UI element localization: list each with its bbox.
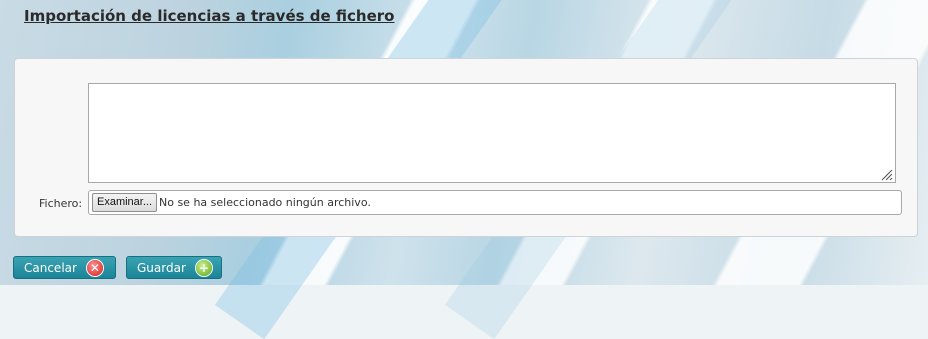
cancel-x-icon: ✕ [86,259,103,276]
save-button[interactable]: Guardar + [126,256,222,279]
save-button-label: Guardar [137,260,186,275]
browse-button[interactable]: Examinar... [92,193,158,212]
import-textarea[interactable] [88,83,896,183]
cancel-button[interactable]: Cancelar ✕ [13,256,116,279]
file-label: Fichero: [39,197,83,210]
cancel-button-label: Cancelar [24,260,77,275]
file-status-text: No se ha seleccionado ningún archivo. [159,196,371,209]
resize-grip-icon[interactable] [879,167,893,181]
plus-icon: + [195,259,212,276]
file-input[interactable]: Examinar... No se ha seleccionado ningún… [88,190,902,215]
import-form-panel: Fichero: Examinar... No se ha selecciona… [14,58,918,237]
page-title: Importación de licencias a través de fic… [24,7,395,25]
